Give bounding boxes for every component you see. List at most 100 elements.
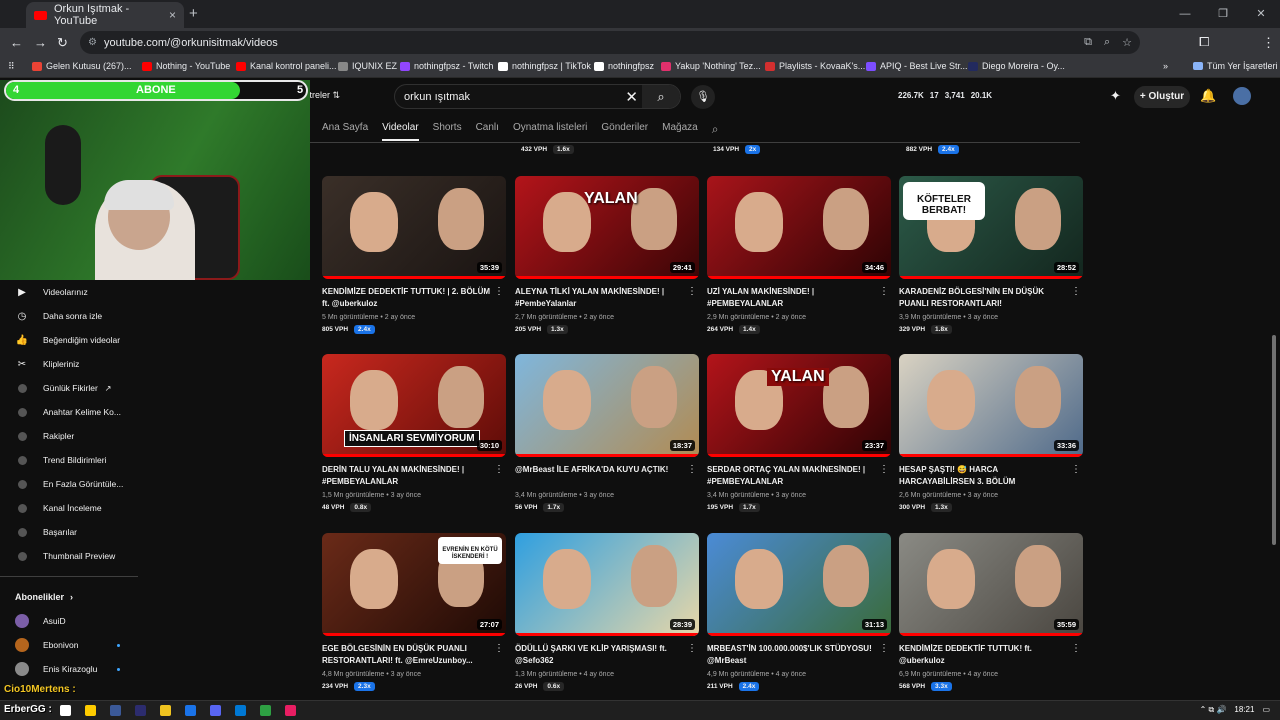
sidebar-item-trend-alerts[interactable]: Trend Bildirimleri [0, 448, 138, 472]
taskbar-app-icon[interactable] [235, 705, 246, 716]
page-scrollbar[interactable] [1272, 335, 1276, 545]
bookmark-item[interactable]: APIQ - Best Live Str... [866, 61, 968, 71]
video-title[interactable]: UZİ YALAN MAKİNESİNDE! | #PEMBEYALANLAR [707, 286, 877, 310]
notifications-bell-icon[interactable]: 🔔 [1200, 88, 1216, 104]
close-window-button[interactable]: ✕ [1242, 0, 1280, 28]
video-menu-icon[interactable]: ⋮ [879, 286, 889, 297]
video-menu-icon[interactable]: ⋮ [687, 464, 697, 475]
video-title[interactable]: EGE BÖLGESİNİN EN DÜŞÜK PUANLI RESTORANT… [322, 643, 492, 667]
video-thumbnail[interactable]: 31:13 [707, 533, 891, 636]
video-thumbnail[interactable]: 33:36 [899, 354, 1083, 457]
reload-icon[interactable]: ↻ [57, 35, 68, 51]
video-menu-icon[interactable]: ⋮ [1071, 464, 1081, 475]
bookmarks-overflow-button[interactable]: » [1163, 61, 1168, 71]
bookmark-item[interactable]: Kanal kontrol paneli... [236, 61, 337, 71]
zoom-icon[interactable]: ⌕ [1104, 36, 1110, 49]
search-input[interactable]: orkun ışıtmak [404, 91, 470, 103]
sidebar-item-your-clips[interactable]: ✂ Klipleriniz [0, 352, 138, 376]
video-card[interactable]: 28:39 ÖDÜLLÜ ŞARKI VE KLİP YARIŞMASI! ft.… [515, 533, 699, 691]
browser-tab[interactable]: Orkun Işıtmak - YouTube × [26, 2, 184, 28]
clock[interactable]: 18:21 [1234, 705, 1254, 715]
search-icon[interactable]: ⌕ [642, 85, 680, 108]
sidebar-item-thumbnail-preview[interactable]: Thumbnail Preview [0, 544, 138, 568]
video-menu-icon[interactable]: ⋮ [687, 643, 697, 654]
subscription-item[interactable]: Enis Kirazoglu [0, 657, 138, 681]
back-icon[interactable]: ← [10, 35, 23, 50]
video-card[interactable]: İNSANLARI SEVMİYORUM 30:10 DERİN TALU YALA… [322, 354, 506, 512]
video-title[interactable]: KENDİMİZE DEDEKTİF TUTTUK! | 2. BÖLÜM ft… [322, 286, 492, 310]
video-title[interactable]: @MrBeast İLE AFRİKA'DA KUYU AÇTIK! [515, 464, 685, 488]
apps-grid-icon[interactable]: ⠿ [8, 61, 15, 72]
bookmark-item[interactable]: Diego Moreira - Oy... [968, 61, 1065, 71]
bookmark-item[interactable]: Yakup 'Nothing' Tez... [661, 61, 761, 71]
sidebar-item-achievements[interactable]: Başarılar [0, 520, 138, 544]
sidebar-item-channel-review[interactable]: Kanal İnceleme [0, 496, 138, 520]
cast-icon[interactable]: ⧉ [1084, 36, 1092, 49]
taskbar-app-icon[interactable] [285, 705, 296, 716]
video-menu-icon[interactable]: ⋮ [494, 286, 504, 297]
video-title[interactable]: DERİN TALU YALAN MAKİNESİNDE! | #PEMBEYA… [322, 464, 492, 488]
video-title[interactable]: MRBEAST'İN 100.000.000$'LIK STÜDYOSU! @M… [707, 643, 877, 667]
channel-tab[interactable]: Oynatma listeleri [513, 122, 587, 141]
video-thumbnail[interactable]: İNSANLARI SEVMİYORUM 30:10 [322, 354, 506, 457]
video-card[interactable]: KÖFTELER BERBAT! 28:52 KARADENİZ BÖLGESİ'N… [899, 176, 1083, 334]
channel-tab[interactable]: Canlı [476, 122, 499, 141]
extension-spark-icon[interactable]: ✦ [1110, 88, 1121, 104]
extensions-puzzle-icon[interactable]: ⧠ [1199, 34, 1209, 50]
video-menu-icon[interactable]: ⋮ [687, 286, 697, 297]
url-bar[interactable]: ⚙ youtube.com/@orkunisitmak/videos ⧉ ⌕ ☆ [80, 31, 1140, 54]
sidebar-item-most-viewed[interactable]: En Fazla Görüntüle... [0, 472, 138, 496]
video-card[interactable]: 33:36 HESAP ŞAŞTI! 😅 HARCA HARCAYABİLİRSE… [899, 354, 1083, 512]
search-box[interactable]: orkun ışıtmak ✕ ⌕ [394, 84, 681, 109]
video-thumbnail[interactable]: YALAN 23:37 [707, 354, 891, 457]
subscription-item[interactable]: Ebonivon [0, 633, 138, 657]
video-card[interactable]: 31:13 MRBEAST'İN 100.000.000$'LIK STÜDYOS… [707, 533, 891, 691]
video-menu-icon[interactable]: ⋮ [1071, 286, 1081, 297]
video-card[interactable]: 18:37 @MrBeast İLE AFRİKA'DA KUYU AÇTIK! ⋮… [515, 354, 699, 512]
bookmark-item[interactable]: nothingfpsz [594, 61, 654, 71]
video-title[interactable]: KARADENİZ BÖLGESİ'NİN EN DÜŞÜK PUANLI RE… [899, 286, 1069, 310]
sidebar-item-competitors[interactable]: Rakipler [0, 424, 138, 448]
video-title[interactable]: ÖDÜLLÜ ŞARKI VE KLİP YARIŞMASI! ft. @Sef… [515, 643, 685, 667]
bookmark-star-icon[interactable]: ☆ [1122, 36, 1132, 49]
channel-search-icon[interactable]: ⌕ [712, 122, 719, 141]
video-card[interactable]: YALAN 23:37 SERDAR ORTAÇ YALAN MAKİNESİNDE… [707, 354, 891, 512]
maximize-button[interactable]: ❐ [1204, 0, 1242, 28]
video-thumbnail[interactable]: 28:39 [515, 533, 699, 636]
sidebar-item-your-videos[interactable]: ▶ Videolarınız [0, 280, 138, 304]
taskbar-app-icon[interactable] [185, 705, 196, 716]
bookmark-item[interactable]: Gelen Kutusu (267)... [32, 61, 132, 71]
bookmark-item[interactable]: nothingfpsz | TikTok [498, 61, 591, 71]
browser-menu-icon[interactable]: ⋮ [1262, 35, 1275, 51]
video-menu-icon[interactable]: ⋮ [879, 643, 889, 654]
channel-tab[interactable]: Shorts [433, 122, 462, 141]
channel-tab[interactable]: Ana Sayfa [322, 122, 368, 141]
channel-tab[interactable]: Gönderiler [601, 122, 648, 141]
video-card[interactable]: 34:46 UZİ YALAN MAKİNESİNDE! | #PEMBEYALA… [707, 176, 891, 334]
video-card[interactable]: YALAN 29:41 ALEYNA TİLKİ YALAN MAKİNESİNDE… [515, 176, 699, 334]
sidebar-item-keyword[interactable]: Anahtar Kelime Ko... [0, 400, 138, 424]
account-avatar[interactable] [1233, 87, 1251, 105]
video-thumbnail[interactable]: 35:59 [899, 533, 1083, 636]
taskbar-app-icon[interactable] [135, 705, 146, 716]
sidebar-item-liked-videos[interactable]: 👍 Beğendiğim videolar [0, 328, 138, 352]
taskbar-app-icon[interactable] [210, 705, 221, 716]
video-title[interactable]: SERDAR ORTAÇ YALAN MAKİNESİNDE! | #PEMBE… [707, 464, 877, 488]
video-card[interactable]: 35:39 KENDİMİZE DEDEKTİF TUTTUK! | 2. BÖL… [322, 176, 506, 334]
taskbar-app-icon[interactable] [110, 705, 121, 716]
tab-close-button[interactable]: × [169, 8, 176, 22]
taskbar-app-icon[interactable] [160, 705, 171, 716]
minimize-button[interactable]: — [1166, 0, 1204, 28]
subscriptions-header[interactable]: Abonelikler › [0, 585, 138, 609]
bookmark-item[interactable]: Playlists - KovaaK's... [765, 61, 865, 71]
taskbar-app-icon[interactable] [260, 705, 271, 716]
video-thumbnail[interactable]: 35:39 [322, 176, 506, 279]
forward-icon[interactable]: → [34, 35, 47, 50]
video-thumbnail[interactable]: 18:37 [515, 354, 699, 457]
taskbar-app-icon[interactable] [85, 705, 96, 716]
clear-search-icon[interactable]: ✕ [625, 88, 638, 106]
create-button[interactable]: + Oluştur [1134, 86, 1190, 108]
channel-tab[interactable]: Mağaza [662, 122, 698, 141]
video-thumbnail[interactable]: EVRENİN EN KÖTÜ İSKENDERİ ! 27:07 [322, 533, 506, 636]
all-bookmarks-folder[interactable]: Tüm Yer İşaretleri [1193, 61, 1278, 71]
